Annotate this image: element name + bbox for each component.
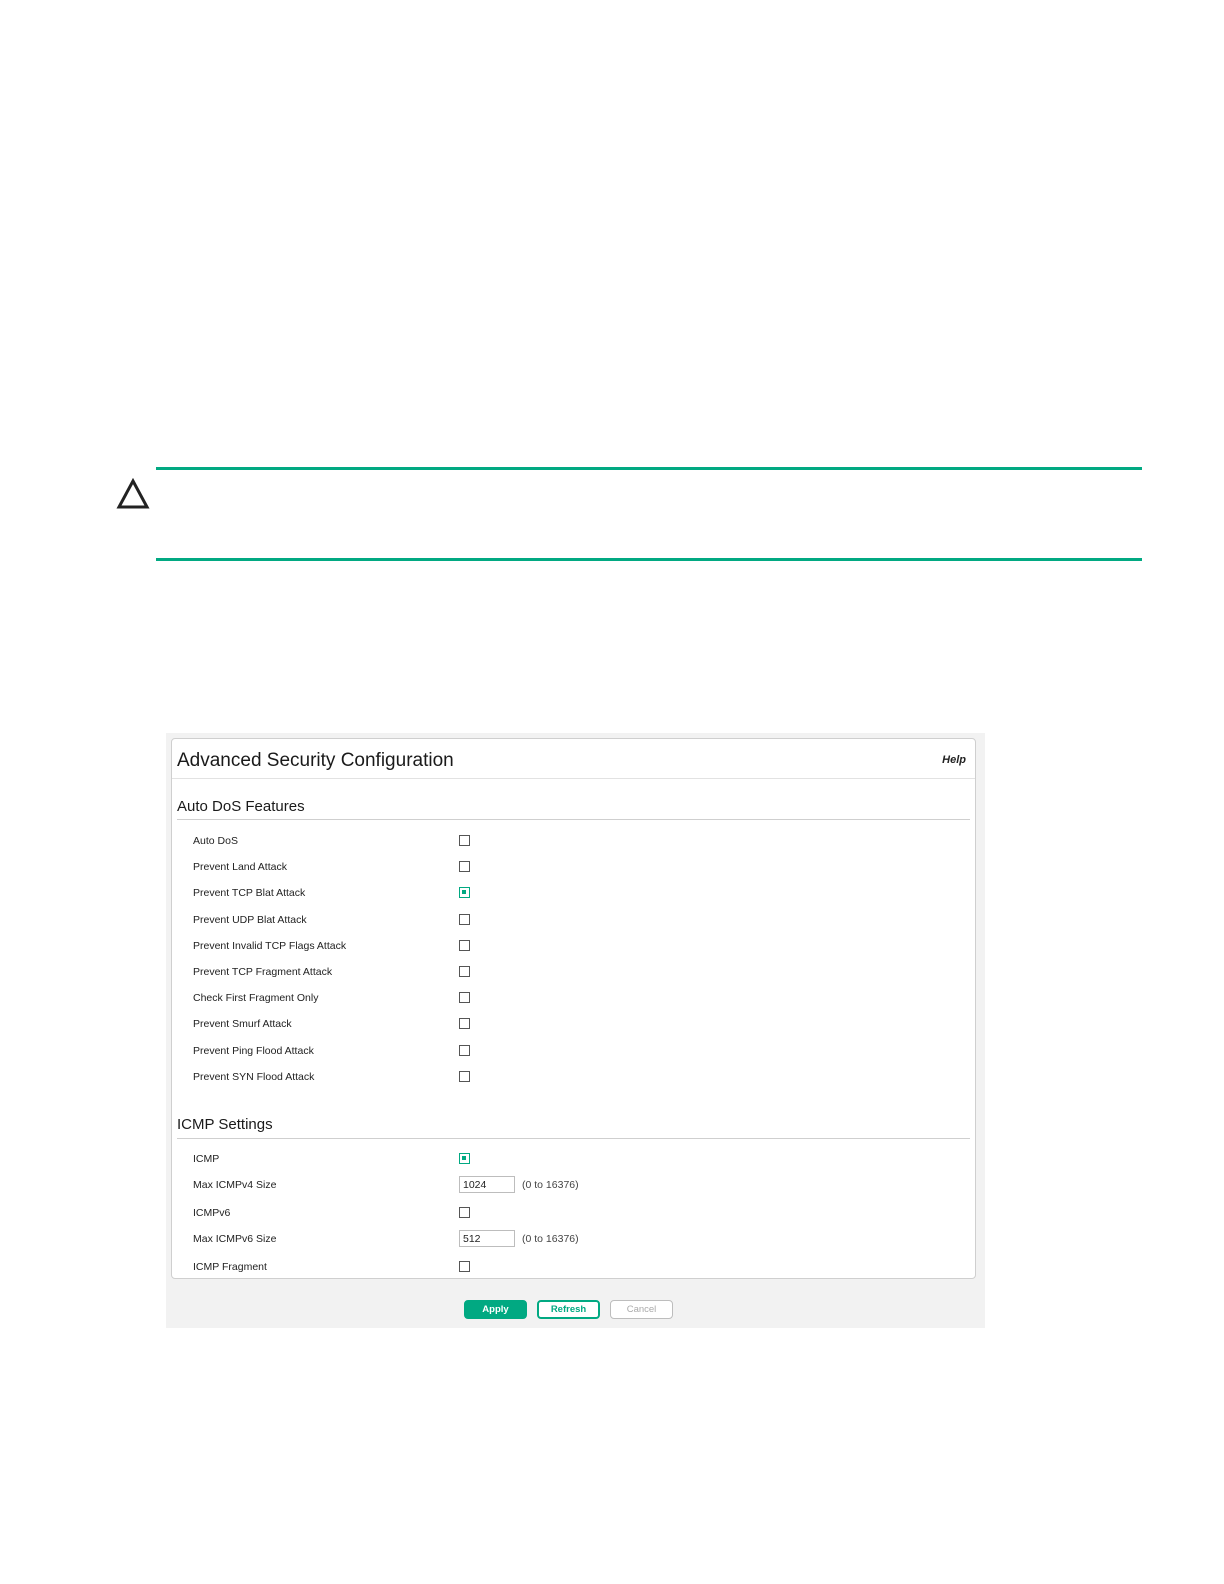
icmp-label: ICMP: [193, 1153, 220, 1165]
max-icmpv4-label: Max ICMPv4 Size: [193, 1179, 277, 1191]
icmp-fragment-row: ICMP Fragment: [193, 1258, 953, 1278]
max-icmpv4-row: Max ICMPv4 Size (0 to 16376): [193, 1176, 953, 1196]
auto-dos-row-label: Check First Fragment Only: [193, 992, 319, 1005]
auto-dos-divider: [177, 819, 970, 820]
auto-dos-row-label: Prevent Ping Flood Attack: [193, 1044, 314, 1057]
auto-dos-row-label: Prevent TCP Fragment Attack: [193, 966, 333, 978]
auto-dos-row-label: Prevent TCP Blat Attack: [193, 887, 306, 900]
auto-dos-row-checkbox[interactable]: [459, 1070, 470, 1082]
icmp-divider: [177, 1138, 970, 1139]
title-divider: [172, 778, 975, 779]
auto-dos-row: Check First Fragment Only: [193, 989, 953, 1009]
cancel-button[interactable]: Cancel: [610, 1300, 673, 1319]
auto-dos-row: Auto DoS: [193, 832, 953, 852]
icmp-fragment-checkbox[interactable]: [459, 1261, 470, 1272]
caution-top-rule: [156, 467, 1142, 470]
auto-dos-row-label: Prevent SYN Flood Attack: [193, 1070, 315, 1083]
max-icmpv4-input[interactable]: [459, 1176, 515, 1193]
icmpv6-checkbox[interactable]: [459, 1207, 470, 1218]
auto-dos-row-checkbox[interactable]: [459, 913, 470, 925]
icmpv6-label: ICMPv6: [193, 1207, 231, 1219]
icmp-row: ICMP: [193, 1150, 953, 1170]
icmp-section-title: ICMP Settings: [177, 1116, 273, 1133]
help-link[interactable]: Help: [942, 754, 966, 766]
auto-dos-row: Prevent TCP Blat Attack: [193, 884, 953, 904]
max-icmpv6-label: Max ICMPv6 Size: [193, 1233, 277, 1245]
auto-dos-row: Prevent Smurf Attack: [193, 1015, 953, 1035]
icmpv6-row: ICMPv6: [193, 1204, 953, 1224]
auto-dos-row: Prevent Invalid TCP Flags Attack: [193, 937, 953, 957]
icmp-fragment-label: ICMP Fragment: [193, 1261, 267, 1273]
auto-dos-row: Prevent SYN Flood Attack: [193, 1068, 953, 1088]
caution-bottom-rule: [156, 558, 1142, 561]
auto-dos-row-checkbox[interactable]: [459, 835, 470, 846]
auto-dos-row-label: Auto DoS: [193, 835, 238, 847]
auto-dos-row-checkbox[interactable]: [459, 887, 470, 899]
apply-button[interactable]: Apply: [464, 1300, 527, 1319]
auto-dos-row-checkbox[interactable]: [459, 966, 470, 977]
auto-dos-row-checkbox[interactable]: [459, 992, 470, 1004]
auto-dos-row-label: Prevent Smurf Attack: [193, 1018, 292, 1031]
auto-dos-row: Prevent UDP Blat Attack: [193, 911, 953, 931]
advanced-security-panel: Advanced Security Configuration Help Aut…: [171, 738, 976, 1279]
max-icmpv4-range: (0 to 16376): [522, 1179, 579, 1191]
auto-dos-section-title: Auto DoS Features: [177, 798, 305, 815]
refresh-button[interactable]: Refresh: [537, 1300, 600, 1319]
auto-dos-row-checkbox[interactable]: [459, 861, 470, 873]
icmp-checkbox[interactable]: [459, 1153, 470, 1164]
screenshot-frame: Advanced Security Configuration Help Aut…: [166, 733, 985, 1328]
auto-dos-row: Prevent Land Attack: [193, 858, 953, 878]
warning-triangle-icon: [116, 478, 150, 509]
page-title: Advanced Security Configuration: [177, 750, 454, 771]
max-icmpv6-range: (0 to 16376): [522, 1233, 579, 1245]
auto-dos-row-label: Prevent UDP Blat Attack: [193, 913, 307, 926]
auto-dos-row-label: Prevent Land Attack: [193, 861, 287, 874]
auto-dos-row: Prevent Ping Flood Attack: [193, 1042, 953, 1062]
max-icmpv6-row: Max ICMPv6 Size (0 to 16376): [193, 1230, 953, 1250]
auto-dos-row: Prevent TCP Fragment Attack: [193, 963, 953, 983]
auto-dos-row-checkbox[interactable]: [459, 939, 470, 951]
auto-dos-row-checkbox[interactable]: [459, 1018, 470, 1030]
max-icmpv6-input[interactable]: [459, 1230, 515, 1247]
auto-dos-row-label: Prevent Invalid TCP Flags Attack: [193, 939, 347, 952]
auto-dos-row-checkbox[interactable]: [459, 1044, 470, 1056]
